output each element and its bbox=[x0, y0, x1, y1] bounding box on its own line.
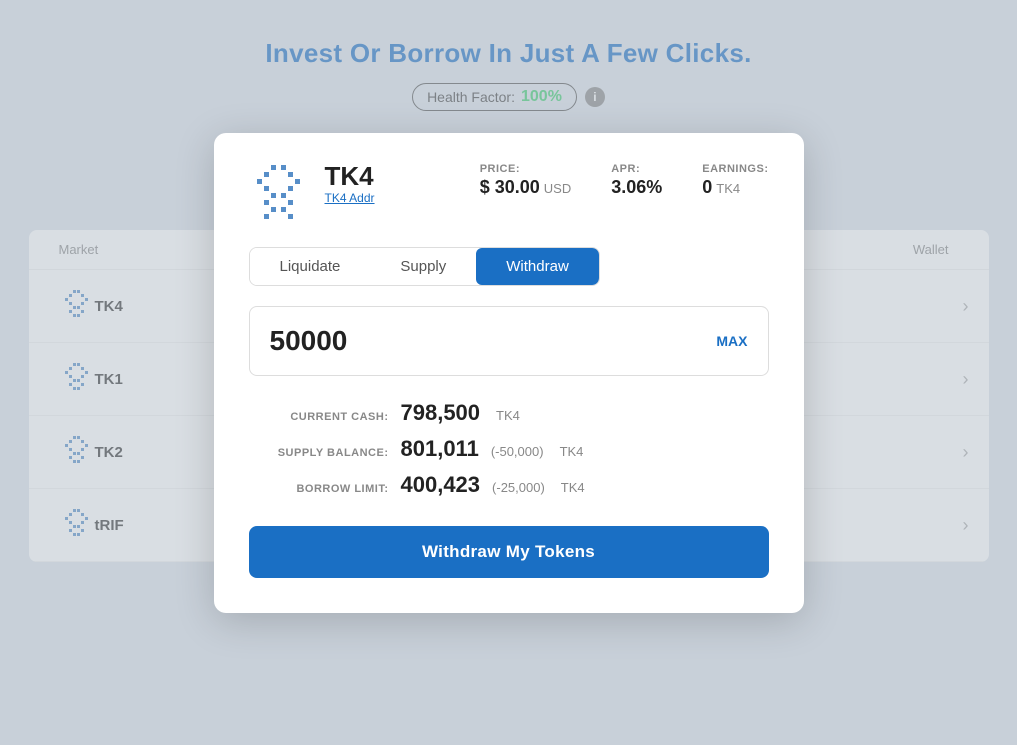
modal-stats: PRICE: $ 30.00USD APR: 3.06% EARNINGS: 0… bbox=[480, 163, 769, 198]
current-cash-label: CURRENT CASH: bbox=[259, 411, 389, 423]
page-background: Invest Or Borrow In Just A Few Clicks. H… bbox=[0, 0, 1017, 745]
price-label: PRICE: bbox=[480, 163, 572, 175]
apr-label: APR: bbox=[611, 163, 662, 175]
modal-overlay: TK4 TK4 Addr PRICE: $ 30.00USD APR: 3.06… bbox=[0, 0, 1017, 745]
price-value: $ 30.00USD bbox=[480, 177, 572, 198]
withdraw-button[interactable]: Withdraw My Tokens bbox=[249, 526, 769, 578]
modal-header: TK4 TK4 Addr PRICE: $ 30.00USD APR: 3.06… bbox=[249, 163, 769, 223]
borrow-limit-unit: TK4 bbox=[561, 480, 585, 495]
modal-stats-section: CURRENT CASH: 798,500 TK4 SUPPLY BALANCE… bbox=[249, 400, 769, 498]
modal-token-addr-link[interactable]: TK4 Addr bbox=[325, 191, 375, 205]
amount-input[interactable] bbox=[270, 325, 652, 357]
current-cash-row: CURRENT CASH: 798,500 TK4 bbox=[259, 400, 759, 426]
supply-balance-label: SUPPLY BALANCE: bbox=[259, 447, 389, 459]
earnings-value: 0TK4 bbox=[702, 177, 768, 198]
max-button[interactable]: MAX bbox=[716, 333, 747, 349]
tab-supply[interactable]: Supply bbox=[370, 248, 476, 285]
withdraw-modal: TK4 TK4 Addr PRICE: $ 30.00USD APR: 3.06… bbox=[214, 133, 804, 613]
modal-token-info: TK4 TK4 Addr bbox=[325, 163, 375, 205]
supply-balance-row: SUPPLY BALANCE: 801,011 (-50,000) TK4 bbox=[259, 436, 759, 462]
tab-withdraw[interactable]: Withdraw bbox=[476, 248, 599, 285]
borrow-limit-value: 400,423 bbox=[401, 472, 481, 498]
apr-stat: APR: 3.06% bbox=[611, 163, 662, 198]
tab-liquidate[interactable]: Liquidate bbox=[250, 248, 371, 285]
price-stat: PRICE: $ 30.00USD bbox=[480, 163, 572, 198]
current-cash-value: 798,500 bbox=[401, 400, 481, 426]
borrow-limit-label: BORROW LIMIT: bbox=[259, 483, 389, 495]
earnings-stat: EARNINGS: 0TK4 bbox=[702, 163, 768, 198]
modal-token-logo bbox=[249, 163, 309, 223]
earnings-label: EARNINGS: bbox=[702, 163, 768, 175]
modal-token-name: TK4 bbox=[325, 163, 375, 189]
apr-value: 3.06% bbox=[611, 177, 662, 198]
supply-balance-value: 801,011 bbox=[401, 436, 479, 462]
current-cash-unit: TK4 bbox=[496, 408, 520, 423]
borrow-limit-row: BORROW LIMIT: 400,423 (-25,000) TK4 bbox=[259, 472, 759, 498]
supply-balance-unit: TK4 bbox=[560, 444, 584, 459]
supply-balance-delta: (-50,000) bbox=[491, 444, 544, 459]
amount-input-area: MAX bbox=[249, 306, 769, 376]
borrow-limit-delta: (-25,000) bbox=[492, 480, 545, 495]
modal-tabs: Liquidate Supply Withdraw bbox=[249, 247, 600, 286]
